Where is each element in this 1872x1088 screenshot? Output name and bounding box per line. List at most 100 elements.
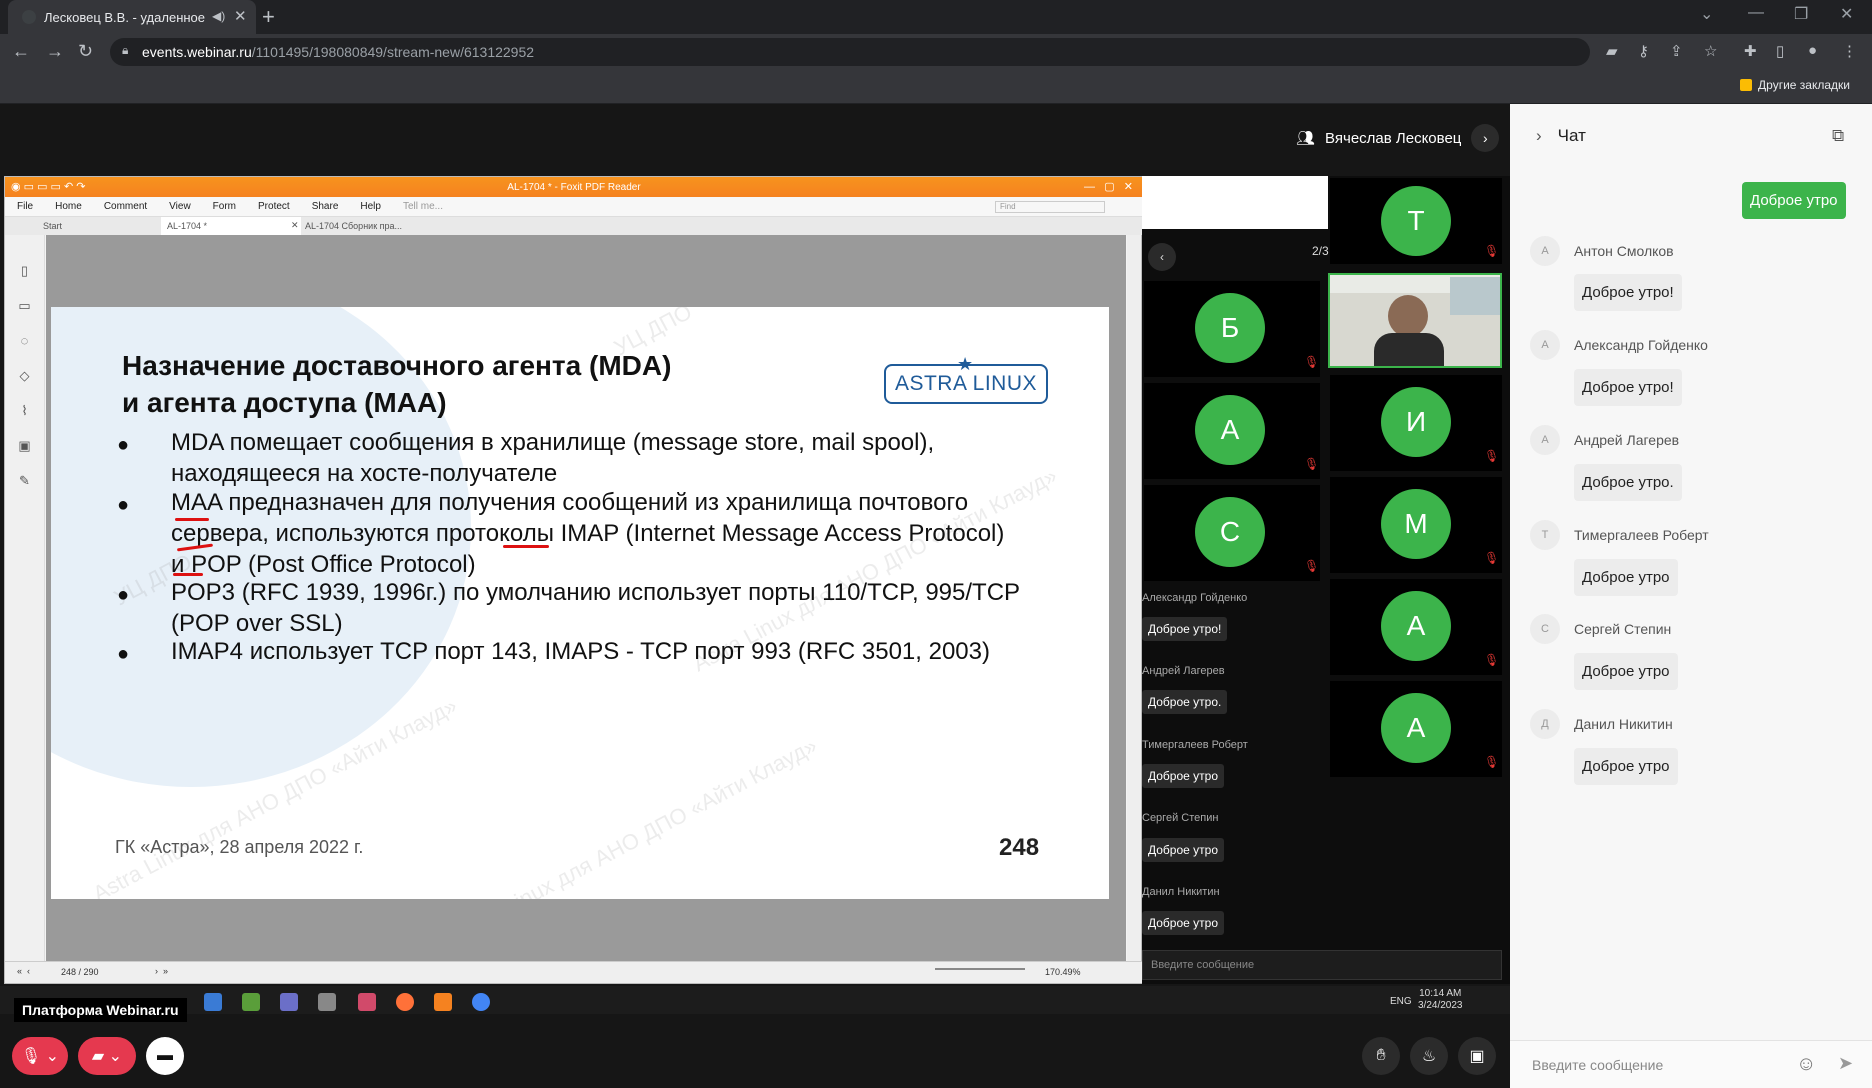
pages-icon[interactable]: ▭	[5, 288, 44, 323]
tab-audio-icon[interactable]: ◀)	[212, 9, 225, 23]
pdf-side-toolbar: ▯ ▭ ◌ ◇ ⌇ ▣ ✎	[5, 235, 45, 961]
other-bookmarks[interactable]: Другие закладки	[1740, 78, 1850, 92]
taskbar-app-icon[interactable]	[358, 993, 376, 1011]
mic-muted-icon: 🎙︎	[1304, 559, 1320, 573]
keyboard-language[interactable]: ENG	[1390, 996, 1412, 1007]
page-indicator[interactable]: 248 / 290	[61, 967, 99, 977]
bookmark-star-icon[interactable]: ☆	[1704, 42, 1717, 60]
chat-author: Андрей Лагерев	[1574, 432, 1680, 448]
avatar: С	[1195, 497, 1265, 567]
layers-icon[interactable]: ◇	[5, 358, 44, 393]
comment-icon[interactable]: ◌	[5, 323, 44, 358]
presenter-video-tile[interactable]	[1328, 273, 1502, 368]
chat-author: Данил Никитин	[1574, 716, 1673, 732]
popout-icon[interactable]: ⧉	[1832, 126, 1844, 146]
presenter-info[interactable]: 👥︎ Вячеслав Лесковец ›	[1296, 124, 1500, 152]
participant-tile[interactable]: А 🎙︎	[1330, 579, 1502, 675]
bullet-2: MAA предназначен для получения сообщений…	[171, 489, 1005, 578]
chat-input[interactable]: Введите сообщение ☺ ➤	[1510, 1040, 1872, 1088]
participant-tile[interactable]: А 🎙︎	[1330, 681, 1502, 777]
participant-tile[interactable]: С 🎙︎	[1144, 485, 1320, 581]
menu-comment[interactable]: Comment	[104, 201, 147, 212]
layout-button[interactable]: ▣	[1458, 1037, 1496, 1075]
camera-toggle-button[interactable]: ▰ ⌄	[78, 1037, 136, 1075]
chevron-left-icon[interactable]: ‹	[1148, 243, 1176, 271]
signature-icon[interactable]: ✎	[5, 463, 44, 498]
minimize-button[interactable]: —	[1748, 4, 1764, 22]
screen-share-button[interactable]: ▬	[146, 1037, 184, 1075]
firefox-icon[interactable]	[396, 993, 414, 1011]
inner-chat-input[interactable]: Введите сообщение	[1142, 950, 1502, 980]
page-nav-icons[interactable]: « ‹	[17, 966, 30, 976]
pdf-scrollbar[interactable]	[1127, 235, 1141, 961]
chrome-icon[interactable]	[472, 993, 490, 1011]
participant-tile[interactable]: М 🎙︎	[1330, 477, 1502, 573]
send-icon[interactable]: ➤	[1838, 1053, 1853, 1074]
menu-help[interactable]: Help	[360, 201, 381, 212]
reactions-button[interactable]: ♨	[1410, 1037, 1448, 1075]
close-window-button[interactable]: ✕	[1840, 4, 1853, 24]
raise-hand-button[interactable]: ✋︎	[1362, 1037, 1400, 1075]
browser-tab[interactable]: Лесковец В.В. - удаленное ◀) ✕	[8, 0, 256, 34]
menu-view[interactable]: View	[169, 201, 191, 212]
back-arrow-icon[interactable]: ←	[12, 41, 30, 62]
system-clock[interactable]: 10:14 AM 3/24/2023	[1418, 988, 1463, 1012]
pdf-tab-active[interactable]: AL-1704 *	[161, 217, 301, 235]
restore-button[interactable]: ❐	[1794, 4, 1808, 24]
attachment-icon[interactable]: ⌇	[5, 393, 44, 428]
participant-tile[interactable]: Б 🎙︎	[1144, 281, 1320, 377]
chevron-right-icon[interactable]: ›	[1471, 124, 1500, 152]
chat-author: Антон Смолков	[1574, 243, 1674, 259]
tab-close-icon[interactable]: ✕	[234, 7, 247, 25]
bullet-icon: ●	[117, 643, 130, 665]
menu-file[interactable]: File	[17, 201, 33, 212]
key-icon[interactable]: ⚷	[1638, 42, 1649, 60]
reload-icon[interactable]: ↻	[78, 41, 93, 62]
participant-tile[interactable]: Т 🎙︎	[1330, 178, 1502, 264]
inner-chat-message: Доброе утро	[1142, 838, 1225, 862]
extensions-icon[interactable]: ✚	[1744, 42, 1757, 60]
pdf-tab-collection[interactable]: AL-1704 Сборник пра...	[305, 221, 402, 231]
layout-icon: ▣	[1469, 1048, 1485, 1065]
avatar: С	[1530, 614, 1560, 644]
menu-home[interactable]: Home	[55, 201, 82, 212]
presentation-slide: Astra Linux для АНО ДПО «Айти Клауд» Ast…	[51, 307, 1109, 899]
profile-icon[interactable]: ●	[1808, 42, 1817, 59]
emoji-icon[interactable]: ☺	[1796, 1053, 1816, 1076]
avatar: А	[1530, 236, 1560, 266]
menu-form[interactable]: Form	[213, 201, 236, 212]
pdf-window-controls[interactable]: — ▢ ✕	[1084, 180, 1133, 193]
find-input[interactable]: Find	[995, 201, 1105, 213]
participant-tile[interactable]: И 🎙︎	[1330, 375, 1502, 471]
menu-protect[interactable]: Protect	[258, 201, 290, 212]
page-next-icons[interactable]: › »	[155, 966, 168, 976]
side-panel-icon[interactable]: ▯	[1776, 42, 1784, 60]
zoom-slider[interactable]	[935, 968, 1025, 970]
taskbar-app-icon[interactable]	[204, 993, 222, 1011]
chevron-right-icon[interactable]: ›	[1536, 126, 1542, 146]
new-tab-button[interactable]: +	[262, 4, 275, 30]
url-host: events.webinar.ru	[142, 44, 252, 60]
zoom-level[interactable]: 170.49%	[1045, 967, 1081, 977]
participant-tile[interactable]: А 🎙︎	[1144, 383, 1320, 479]
tell-me-search[interactable]: Tell me...	[403, 201, 443, 212]
foxit-taskbar-icon[interactable]	[434, 993, 452, 1011]
taskbar-app-icon[interactable]	[318, 993, 336, 1011]
share-icon[interactable]: ⇪	[1670, 42, 1683, 60]
taskbar-app-icon[interactable]	[242, 993, 260, 1011]
address-bar[interactable]: 🔒︎ events.webinar.ru/1101495/198080849/s…	[110, 38, 1590, 66]
menu-icon[interactable]: ⋮	[1842, 42, 1857, 60]
browser-tab-bar	[0, 0, 1872, 34]
pdf-tab-start[interactable]: Start	[43, 221, 62, 231]
mic-off-icon: 🎙︎ ⌄	[20, 1048, 60, 1065]
chat-message: Доброе утро	[1574, 559, 1678, 596]
forward-arrow-icon[interactable]: →	[46, 41, 64, 62]
camera-icon[interactable]: ▰	[1606, 42, 1618, 60]
tab-search-icon[interactable]: ⌄	[1700, 4, 1713, 24]
mic-toggle-button[interactable]: 🎙︎ ⌄	[12, 1037, 68, 1075]
security-icon[interactable]: ▣	[5, 428, 44, 463]
bookmark-icon[interactable]: ▯	[5, 253, 44, 288]
pdf-tab-close-icon[interactable]: ✕	[291, 220, 299, 231]
taskbar-app-icon[interactable]	[280, 993, 298, 1011]
menu-share[interactable]: Share	[312, 201, 339, 212]
